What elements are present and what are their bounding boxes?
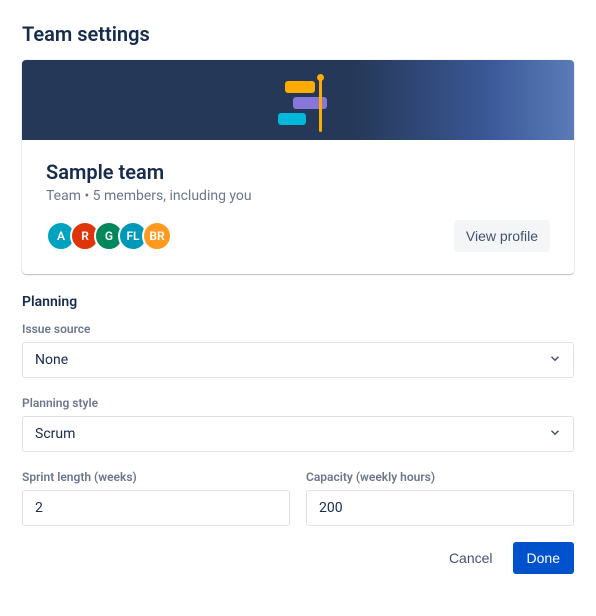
team-banner: [22, 60, 574, 140]
view-profile-button[interactable]: View profile: [454, 220, 550, 252]
cancel-button[interactable]: Cancel: [437, 542, 505, 574]
planning-style-label: Planning style: [22, 396, 574, 410]
issue-source-select[interactable]: None: [22, 342, 574, 378]
team-banner-icon: [268, 70, 328, 130]
avatar: BR: [142, 221, 172, 251]
page-title: Team settings: [22, 22, 574, 46]
issue-source-label: Issue source: [22, 322, 574, 336]
team-card: Sample team Team • 5 members, including …: [22, 60, 574, 274]
sprint-length-input[interactable]: [22, 490, 290, 526]
team-meta: Team • 5 members, including you: [46, 188, 550, 204]
done-button[interactable]: Done: [513, 542, 574, 574]
sprint-length-label: Sprint length (weeks): [22, 470, 290, 484]
planning-style-select[interactable]: Scrum: [22, 416, 574, 452]
capacity-input[interactable]: [306, 490, 574, 526]
planning-section-title: Planning: [22, 294, 574, 310]
team-name: Sample team: [46, 160, 550, 184]
capacity-label: Capacity (weekly hours): [306, 470, 574, 484]
avatar-group: A R G FL BR: [46, 221, 172, 251]
